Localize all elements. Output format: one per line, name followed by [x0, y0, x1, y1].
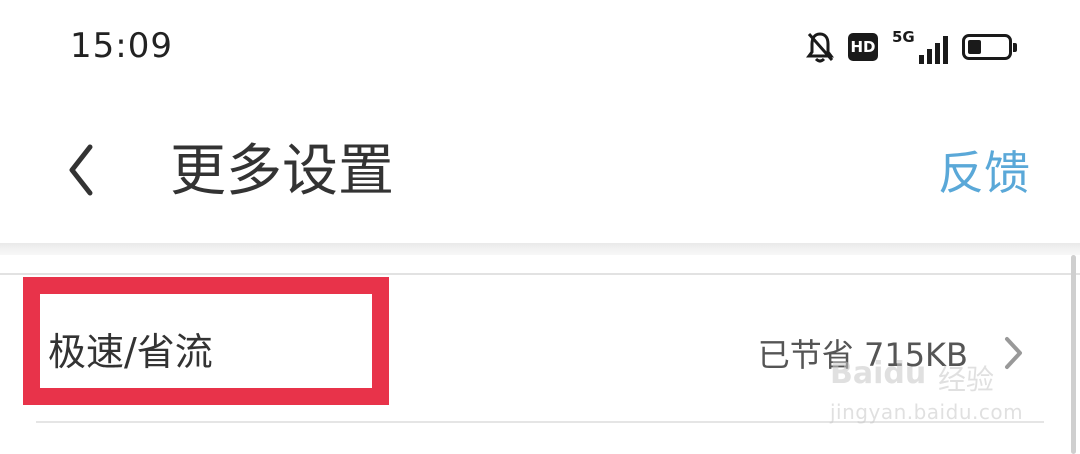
settings-row-value: 已节省 715KB	[757, 336, 968, 374]
network-type-label: 5G	[892, 28, 915, 46]
feedback-button[interactable]: 反馈	[938, 140, 1030, 206]
chevron-left-icon[interactable]	[56, 135, 116, 205]
settings-row-speed-saver[interactable]: 极速/省流 已节省 715KB	[0, 275, 1080, 423]
page-title: 更多设置	[170, 139, 394, 204]
chevron-right-icon	[1005, 337, 1022, 369]
battery-level	[968, 40, 981, 54]
app-header: 更多设置 反馈	[0, 95, 1080, 245]
hd-icon: HD	[848, 33, 878, 61]
status-icons: HD 5G	[806, 28, 1017, 64]
signal-5g-icon: 5G	[892, 28, 948, 64]
status-bar: 15:09 HD 5G	[0, 0, 1080, 95]
battery-icon	[962, 34, 1017, 60]
header-divider	[0, 243, 1080, 255]
row-divider	[36, 421, 1044, 423]
status-time: 15:09	[70, 26, 173, 66]
settings-row-label: 极速/省流	[48, 330, 213, 374]
bell-off-icon	[806, 32, 834, 63]
